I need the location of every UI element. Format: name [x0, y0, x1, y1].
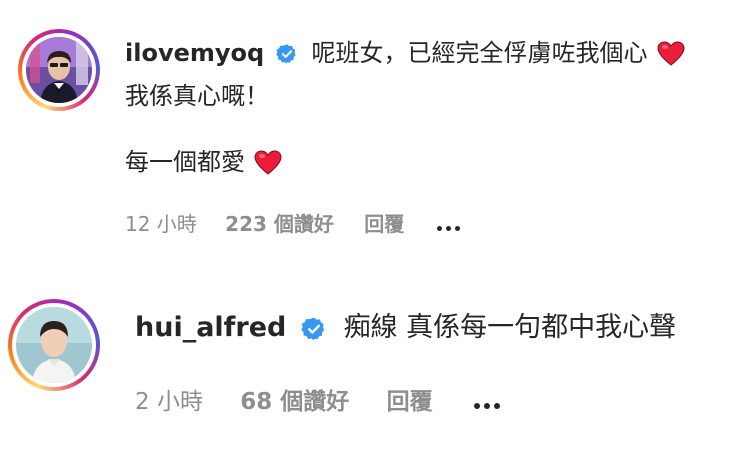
comment-first-line: ilovemyoq 呢班女，已經完全俘虜咗我個心: [125, 41, 685, 67]
comment-text-line-2: 我係真心嘅！: [125, 82, 269, 110]
reply-button[interactable]: 回覆: [364, 214, 404, 234]
avatar[interactable]: [16, 307, 92, 383]
avatar[interactable]: [26, 37, 92, 103]
avatar-story-ring[interactable]: [18, 29, 100, 111]
avatar-story-ring[interactable]: [8, 299, 100, 391]
red-heart-icon: [254, 150, 282, 176]
more-options-icon[interactable]: [436, 214, 464, 234]
likes-count-button[interactable]: 68 個讚好: [240, 391, 349, 414]
comment-timestamp[interactable]: 2 小時: [135, 391, 203, 414]
reply-button[interactable]: 回覆: [387, 391, 433, 414]
username-link[interactable]: hui_alfred: [135, 312, 286, 343]
comment-text-line-3: 每一個都愛: [125, 148, 245, 176]
verified-badge-icon: [301, 316, 327, 342]
more-options-icon[interactable]: [473, 391, 504, 414]
avatar-image: [26, 37, 92, 103]
username-link[interactable]: ilovemyoq: [125, 39, 264, 67]
verified-badge-icon: [276, 43, 298, 65]
likes-count-button[interactable]: 223 個讚好: [225, 214, 334, 234]
comment-meta-row: 12 小時 223 個讚好 回覆: [125, 212, 464, 234]
comment-item: hui_alfred 痴線 真係每一句都中我心聲 2 小時 68 個讚好 回覆: [0, 250, 750, 469]
comment-timestamp[interactable]: 12 小時: [125, 214, 197, 234]
avatar-image: [16, 307, 92, 383]
comment-text-line-1: 呢班女，已經完全俘虜咗我個心: [311, 39, 648, 67]
comment-text-line-1: 痴線 真係每一句都中我心聲: [343, 312, 677, 343]
comment-first-line: hui_alfred 痴線 真係每一句都中我心聲: [135, 314, 676, 342]
comment-item: ilovemyoq 呢班女，已經完全俘虜咗我個心 我係真心嘅！ 每一個都愛 12…: [0, 0, 750, 250]
comment-text-line-3-wrap: 每一個都愛: [125, 150, 282, 176]
comment-meta-row: 2 小時 68 個讚好 回覆: [135, 391, 504, 414]
red-heart-icon: [657, 41, 685, 67]
